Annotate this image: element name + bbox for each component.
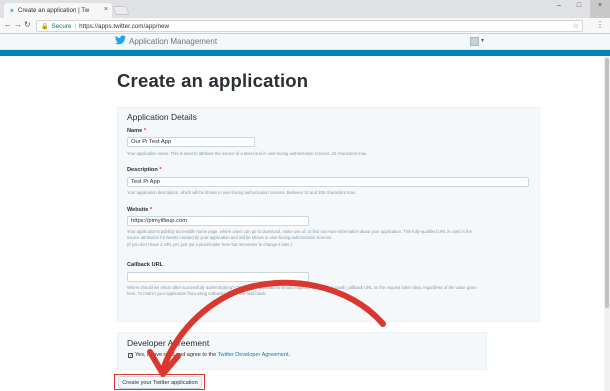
name-help-text: Your application name. This is used to a… [127, 151, 368, 156]
description-field[interactable]: Test Pi App [127, 177, 529, 187]
url-separator: | [74, 22, 77, 30]
twitter-bird-icon: ✶ [9, 7, 15, 15]
name-field[interactable]: Our Pi Test App [127, 137, 255, 147]
agreement-text: Yes, I have read and agree to the Twitte… [135, 352, 290, 358]
back-icon[interactable]: ← [4, 20, 12, 29]
address-bar: ← → ↻ 🔒 Secure | https://apps.twitter.co… [0, 18, 610, 34]
submit-highlight-box [114, 374, 205, 390]
url-text: https://apps.twitter.com/app/new [79, 22, 170, 30]
header-accent-bar [0, 50, 610, 56]
close-icon[interactable]: × [104, 6, 108, 13]
minimize-icon[interactable]: – [550, 2, 568, 9]
name-label: Name * [127, 128, 146, 134]
agreement-prefix: Yes, I have read and agree to the [135, 352, 217, 358]
browser-tab[interactable]: ✶ Create an application | Tw × [4, 3, 112, 18]
agreement-checkbox[interactable]: ✓ [128, 353, 133, 359]
website-help-text: Your application's publicly accessible h… [127, 229, 532, 248]
callback-url-field[interactable] [127, 272, 309, 282]
scrollbar-thumb[interactable] [605, 58, 609, 308]
tab-title: Create an application | Tw [17, 7, 90, 14]
new-tab-button[interactable] [112, 6, 130, 15]
description-label: Description * [127, 167, 162, 173]
reload-icon[interactable]: ↻ [24, 20, 31, 29]
app-header: Application Management ▾ [0, 34, 610, 50]
browser-tab-strip: ✶ Create an application | Tw × – □ × [0, 0, 610, 18]
application-details-heading: Application Details [127, 112, 197, 122]
website-label: Website * [127, 207, 153, 213]
callback-url-label: Callback URL [127, 262, 164, 268]
callback-help-line: here. To restrict your application from … [127, 291, 267, 297]
description-help-text: Your application description, which will… [127, 190, 357, 195]
maximize-icon[interactable]: □ [570, 2, 588, 9]
agreement-suffix: . [288, 352, 291, 358]
developer-agreement-link[interactable]: Twitter Developer Agreement [218, 352, 289, 358]
forward-icon[interactable]: → [14, 20, 22, 29]
developer-agreement-heading: Developer Agreement [127, 338, 210, 348]
lock-icon: 🔒 [41, 23, 49, 30]
twitter-logo-icon[interactable] [115, 35, 126, 48]
browser-menu-icon[interactable]: ⋮ [596, 20, 604, 29]
url-input[interactable]: 🔒 Secure | https://apps.twitter.com/app/… [36, 20, 583, 32]
secure-label: Secure [51, 22, 72, 30]
avatar[interactable] [470, 37, 479, 46]
callback-help-text: Where should we return after successfull… [127, 285, 532, 298]
window-close-icon[interactable]: × [591, 2, 609, 9]
chevron-down-icon[interactable]: ▾ [481, 37, 484, 44]
website-help-line: (If you don't have a URL yet, just put a… [127, 241, 292, 247]
website-field[interactable]: https://pimylifeup.com [127, 216, 309, 226]
app-header-title[interactable]: Application Management [129, 37, 217, 46]
bookmark-star-icon[interactable]: ☆ [573, 22, 579, 30]
page-title: Create an application [117, 70, 309, 91]
